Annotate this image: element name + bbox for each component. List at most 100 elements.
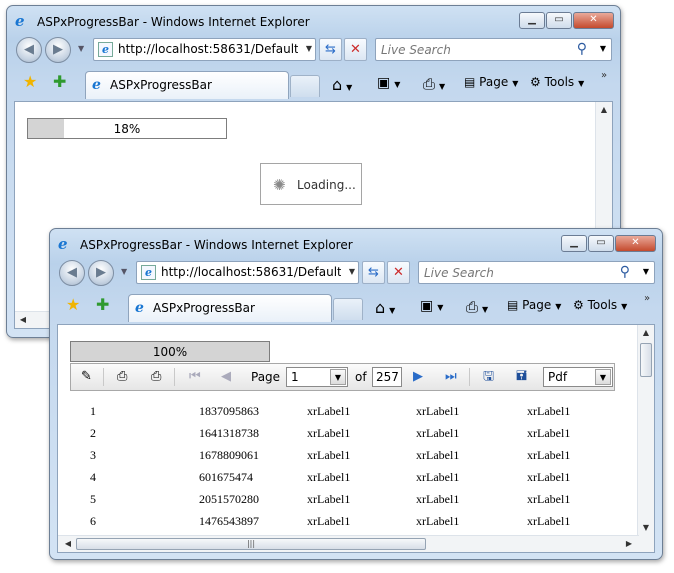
address-url[interactable]: http://localhost:58631/Default.aspx xyxy=(118,42,298,56)
print-page-icon[interactable]: ⎙ xyxy=(151,369,161,385)
back-button[interactable]: ◀ xyxy=(59,260,85,286)
page-menu[interactable]: ▤ Page ▼ xyxy=(464,75,518,89)
forward-button[interactable]: ▶ xyxy=(88,260,114,286)
address-dropdown-icon[interactable]: ▼ xyxy=(349,267,355,276)
browser-window-front: e ASPxProgressBar - Windows Internet Exp… xyxy=(49,228,663,560)
chevron-down-icon[interactable]: ▼ xyxy=(595,369,611,385)
horizontal-scroll-thumb[interactable]: ||| xyxy=(76,538,426,550)
minimize-button[interactable]: ▁ xyxy=(561,235,587,252)
gear-icon: ⚙ xyxy=(573,298,584,312)
tab-ie-icon: e xyxy=(92,77,101,93)
address-dropdown-icon[interactable]: ▼ xyxy=(306,44,312,53)
table-cell-c2: xrLabel1 xyxy=(416,448,460,462)
page-select[interactable]: 1 ▼ xyxy=(286,367,348,387)
address-bar[interactable]: e http://localhost:58631/Default.aspx ▼ xyxy=(93,38,316,61)
vertical-scrollbar[interactable]: ▲ ▼ xyxy=(637,325,654,552)
table-cell-c2: xrLabel1 xyxy=(416,514,460,528)
page-label: Page xyxy=(251,370,281,384)
save-icon[interactable]: 🖫 xyxy=(483,369,494,385)
next-page-icon[interactable]: ▶ xyxy=(413,369,423,385)
table-cell-id: 2051570280 xyxy=(199,492,259,506)
scroll-up-icon[interactable]: ▲ xyxy=(638,328,654,337)
home-button[interactable]: ⌂ ▼ xyxy=(375,298,395,317)
search-input[interactable]: Live Search xyxy=(381,43,451,57)
feeds-button[interactable]: ▣ ▼ xyxy=(420,298,443,314)
horizontal-scrollbar[interactable]: ◀ ||| ▶ xyxy=(58,535,639,552)
tools-menu[interactable]: ⚙ Tools ▼ xyxy=(530,75,584,89)
history-dropdown-icon[interactable]: ▼ xyxy=(121,267,127,276)
search-input[interactable]: Live Search xyxy=(424,266,494,280)
page-menu[interactable]: ▤ Page ▼ xyxy=(507,298,561,312)
print-button[interactable]: ⎙ ▼ xyxy=(423,75,445,93)
first-page-icon[interactable]: ⏮ xyxy=(189,369,201,385)
chevron-more-icon[interactable]: » xyxy=(601,70,607,81)
search-icon[interactable]: ⚲ xyxy=(620,264,630,280)
save-to-window-icon[interactable]: 🖬 xyxy=(516,369,527,385)
stop-button[interactable]: ✕ xyxy=(387,261,410,284)
maximize-button[interactable]: ▭ xyxy=(588,235,614,252)
toolbar-separator xyxy=(469,368,470,386)
table-cell-c1: xrLabel1 xyxy=(307,492,351,506)
table-cell-c2: xrLabel1 xyxy=(416,470,460,484)
tools-menu[interactable]: ⚙ Tools ▼ xyxy=(573,298,627,312)
back-button[interactable]: ◀ xyxy=(16,37,42,63)
refresh-button[interactable]: ⇆ xyxy=(362,261,385,284)
search-dropdown-icon[interactable]: ▼ xyxy=(600,44,606,53)
history-dropdown-icon[interactable]: ▼ xyxy=(78,44,84,53)
toolbar-separator xyxy=(103,368,104,386)
print-icon: ⎙ xyxy=(466,298,479,316)
scroll-right-icon[interactable]: ▶ xyxy=(621,539,637,548)
add-favorite-icon[interactable]: ✚ xyxy=(53,73,66,91)
add-favorite-icon[interactable]: ✚ xyxy=(96,296,109,314)
tab-aspxprogressbar[interactable]: e ASPxProgressBar xyxy=(128,294,332,322)
of-label: of xyxy=(355,370,367,384)
refresh-button[interactable]: ⇆ xyxy=(319,38,342,61)
new-tab-button[interactable] xyxy=(333,298,363,320)
table-cell-c1: xrLabel1 xyxy=(307,426,351,440)
search-box[interactable]: Live Search ⚲ ▼ xyxy=(375,38,612,61)
window-title: ASPxProgressBar - Windows Internet Explo… xyxy=(37,15,310,29)
forward-button[interactable]: ▶ xyxy=(45,37,71,63)
back-arrow-icon: ◀ xyxy=(67,265,77,280)
refresh-icon: ⇆ xyxy=(325,42,336,57)
scroll-down-icon[interactable]: ▼ xyxy=(638,523,654,532)
scroll-up-icon[interactable]: ▲ xyxy=(596,105,612,114)
home-button[interactable]: ⌂ ▼ xyxy=(332,75,352,94)
address-bar[interactable]: e http://localhost:58631/Default.aspx ▼ xyxy=(136,261,359,284)
prev-page-icon[interactable]: ◀ xyxy=(221,369,231,385)
progress-text: 18% xyxy=(113,122,141,136)
format-select[interactable]: Pdf ▼ xyxy=(543,367,613,387)
gear-icon: ⚙ xyxy=(530,75,541,89)
search-box[interactable]: Live Search ⚲ ▼ xyxy=(418,261,655,284)
scroll-left-icon[interactable]: ◀ xyxy=(15,315,31,324)
close-button[interactable]: ✕ xyxy=(615,235,656,252)
chevron-down-icon[interactable]: ▼ xyxy=(330,369,346,385)
last-page-icon[interactable]: ⏭ xyxy=(445,369,457,385)
scroll-left-icon[interactable]: ◀ xyxy=(60,539,76,548)
favorites-star-icon[interactable]: ★ xyxy=(66,296,80,314)
new-tab-button[interactable] xyxy=(290,75,320,97)
vertical-scroll-thumb[interactable] xyxy=(640,343,652,377)
table-cell-c1: xrLabel1 xyxy=(307,470,351,484)
print-report-icon[interactable]: ⎙ xyxy=(117,369,127,385)
search-dropdown-icon[interactable]: ▼ xyxy=(643,267,649,276)
progress-bar: 18% xyxy=(27,118,227,139)
print-button[interactable]: ⎙ ▼ xyxy=(466,298,488,316)
print-icon: ⎙ xyxy=(423,75,436,93)
favorites-star-icon[interactable]: ★ xyxy=(23,73,37,91)
minimize-button[interactable]: ▁ xyxy=(519,12,545,29)
search-icon[interactable]: ⚲ xyxy=(577,41,587,57)
address-url[interactable]: http://localhost:58631/Default.aspx xyxy=(161,265,341,279)
table-cell-num: 6 xyxy=(90,514,96,528)
table-cell-num: 3 xyxy=(90,448,96,462)
maximize-button[interactable]: ▭ xyxy=(546,12,572,29)
ie-logo-icon: e xyxy=(15,12,25,30)
toolbar-separator xyxy=(174,368,175,386)
table-cell-c3: xrLabel1 xyxy=(527,470,571,484)
stop-button[interactable]: ✕ xyxy=(344,38,367,61)
chevron-more-icon[interactable]: » xyxy=(644,293,650,304)
search-report-icon[interactable]: ✎ xyxy=(81,369,92,385)
close-button[interactable]: ✕ xyxy=(573,12,614,29)
feeds-button[interactable]: ▣ ▼ xyxy=(377,75,400,91)
tab-aspxprogressbar[interactable]: e ASPxProgressBar xyxy=(85,71,289,99)
